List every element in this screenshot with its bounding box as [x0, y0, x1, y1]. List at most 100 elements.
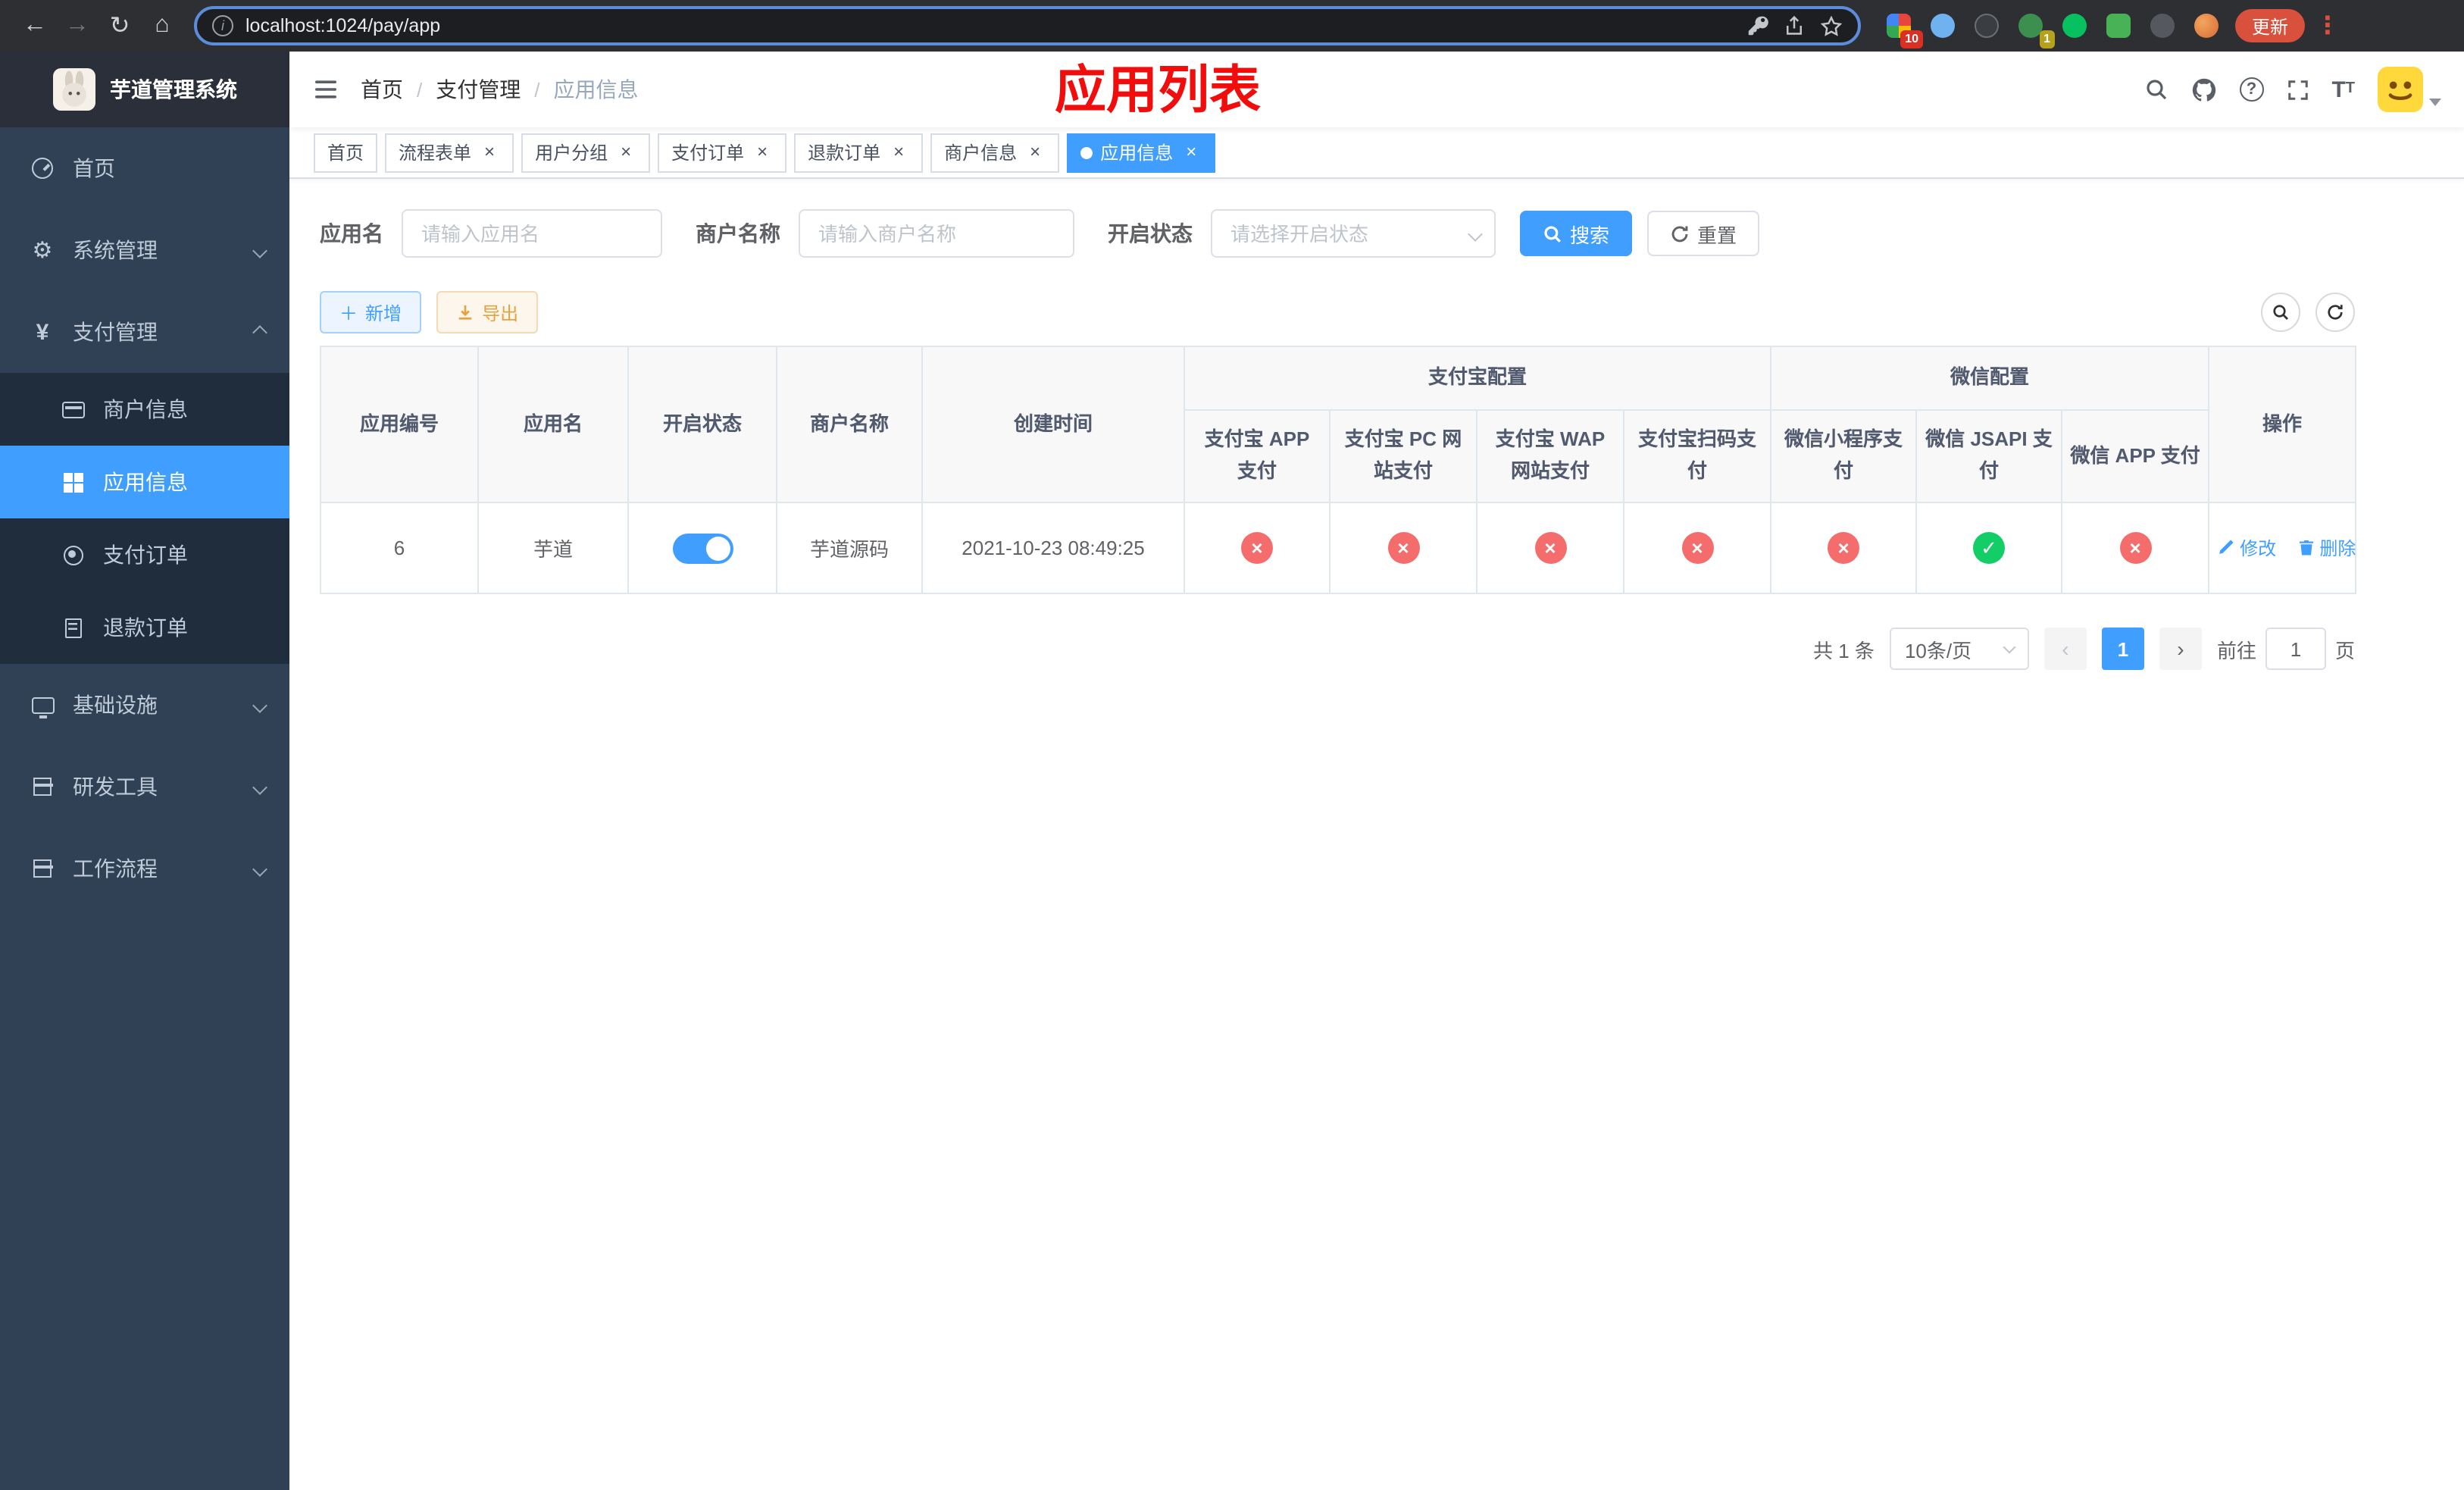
status-toggle[interactable] — [672, 533, 733, 563]
tag-home[interactable]: 首页 — [314, 133, 378, 172]
alipay-pc-status-icon: × — [1387, 532, 1419, 564]
sidebar-item-refund-orders[interactable]: 退款订单 — [0, 591, 289, 664]
reset-button[interactable]: 重置 — [1647, 211, 1760, 256]
sidebar-item-workflow[interactable]: 工作流程 — [0, 828, 289, 909]
merchant-name-input[interactable] — [799, 209, 1074, 258]
reload-icon[interactable]: ↻ — [100, 6, 139, 45]
github-icon[interactable] — [2190, 77, 2216, 102]
yen-icon: ¥ — [36, 319, 49, 345]
sidebar-item-app-info[interactable]: 应用信息 — [0, 446, 289, 518]
logo-avatar — [52, 68, 95, 111]
goto-label: 前往 — [2216, 639, 2256, 662]
col-wechat-jsapi: 微信 JSAPI 支付 — [1915, 409, 2063, 503]
sidebar-item-dev-tools[interactable]: 研发工具 — [0, 746, 289, 828]
current-page-button[interactable]: 1 — [2101, 628, 2144, 670]
fullscreen-icon[interactable] — [2286, 78, 2309, 101]
extension-badge: 1 — [2039, 30, 2055, 48]
forward-icon[interactable]: → — [58, 6, 97, 45]
question-icon[interactable]: ? — [2239, 77, 2264, 102]
status-select[interactable] — [1211, 209, 1496, 258]
hamburger-icon[interactable] — [312, 76, 339, 103]
back-icon[interactable]: ← — [15, 6, 55, 45]
key-icon[interactable] — [1747, 15, 1768, 36]
tags-view: 首页 流程表单 × 用户分组 × 支付订单 × 退款订单 × 商户信息 × 应用信息 × — [289, 127, 2464, 179]
table-toolbar: ＋ 新增 导出 — [320, 291, 2355, 333]
home-icon[interactable]: ⌂ — [142, 6, 182, 45]
extension-dark-icon[interactable] — [1967, 7, 2005, 45]
col-created: 创建时间 — [921, 346, 1185, 503]
cell-created: 2021-10-23 08:49:25 — [921, 502, 1185, 594]
tag-pay-orders[interactable]: 支付订单 × — [658, 133, 787, 172]
close-icon[interactable]: × — [888, 141, 909, 163]
font-size-icon[interactable]: TT — [2331, 78, 2355, 101]
share-icon[interactable] — [1784, 15, 1805, 36]
avatar — [2378, 67, 2423, 112]
dashboard-icon — [30, 158, 55, 179]
breadcrumb-home[interactable]: 首页 — [361, 74, 403, 105]
apps-table: 应用编号 应用名 开启状态 商户名称 创建时间 支付宝配置 微信配置 操作 支付… — [320, 346, 2357, 594]
tag-refund-orders[interactable]: 退款订单 × — [794, 133, 924, 172]
close-icon[interactable]: × — [615, 141, 636, 163]
edit-button[interactable]: 修改 — [2217, 535, 2276, 561]
app-logo[interactable]: 芋道管理系统 — [0, 52, 289, 127]
close-icon[interactable]: × — [1024, 141, 1046, 163]
sidebar-item-infrastructure[interactable]: 基础设施 — [0, 664, 289, 746]
user-menu[interactable] — [2378, 67, 2441, 112]
download-icon — [458, 305, 472, 320]
breadcrumb: 首页 / 支付管理 / 应用信息 — [361, 74, 639, 105]
tag-merchant-info[interactable]: 商户信息 × — [930, 133, 1060, 172]
page-size-select[interactable]: 10条/页 — [1889, 628, 2029, 670]
sidebar-item-pay-orders[interactable]: 支付订单 — [0, 518, 289, 591]
refresh-table-button[interactable] — [2315, 293, 2355, 332]
cell-app-id: 6 — [320, 502, 479, 594]
extension-grid-icon[interactable]: 10 — [1879, 7, 1923, 48]
goto-page-input[interactable] — [2265, 628, 2326, 670]
table-row: 6 芋道 芋道源码 2021-10-23 08:49:25 × × × × × … — [320, 502, 2357, 594]
tag-app-info[interactable]: 应用信息 × — [1067, 133, 1216, 172]
prev-page-button[interactable]: ‹ — [2043, 628, 2087, 670]
add-button[interactable]: ＋ 新增 — [320, 291, 422, 333]
close-icon[interactable]: × — [1180, 141, 1202, 163]
address-bar[interactable]: i localhost:1024/pay/app — [194, 6, 1861, 45]
info-icon[interactable]: i — [212, 15, 233, 36]
chevron-down-icon — [252, 861, 267, 876]
close-icon[interactable]: × — [752, 141, 773, 163]
toggle-search-button[interactable] — [2261, 293, 2300, 332]
browser-menu-icon[interactable]: ⋮ — [2315, 11, 2340, 41]
extension-notes-icon[interactable] — [2099, 7, 2137, 45]
tag-user-group[interactable]: 用户分组 × — [521, 133, 651, 172]
url-text[interactable]: localhost:1024/pay/app — [245, 15, 1735, 36]
pagination: 共 1 条 10条/页 ‹ 1 › 前往 页 — [320, 628, 2355, 670]
extension-green-badge-icon[interactable]: 1 — [2011, 7, 2055, 48]
sidebar-menu: 首页 ⚙ 系统管理 ¥ 支付管理 商户信息 应用信息 支付订单 退款订单 基础设… — [0, 127, 289, 909]
sidebar-item-payment[interactable]: ¥ 支付管理 — [0, 291, 289, 373]
col-ops: 操作 — [2208, 346, 2357, 503]
export-button[interactable]: 导出 — [436, 291, 539, 333]
delete-button[interactable]: 删除 — [2297, 535, 2356, 561]
wechat-app-status-icon: × — [2119, 532, 2152, 564]
sidebar-item-system[interactable]: ⚙ 系统管理 — [0, 209, 289, 291]
sidebar-item-home[interactable]: 首页 — [0, 127, 289, 209]
app-name-input[interactable] — [402, 209, 662, 258]
browser-update-button[interactable]: 更新 — [2235, 9, 2306, 42]
search-icon[interactable] — [2143, 77, 2168, 102]
sidebar: 芋道管理系统 首页 ⚙ 系统管理 ¥ 支付管理 商户信息 应用信息 支付订单 退… — [0, 52, 289, 1490]
col-app-name: 应用名 — [477, 346, 629, 503]
breadcrumb-payment[interactable]: 支付管理 — [436, 74, 521, 105]
trash-icon — [2299, 540, 2313, 556]
profile-avatar-icon[interactable] — [2187, 7, 2225, 45]
app-name-label: 应用名 — [320, 221, 383, 246]
close-icon[interactable]: × — [479, 141, 500, 163]
col-alipay-pc: 支付宝 PC 网站支付 — [1329, 409, 1477, 503]
tag-process-form[interactable]: 流程表单 × — [385, 133, 514, 172]
app-title: 芋道管理系统 — [110, 77, 237, 102]
next-page-button[interactable]: › — [2159, 628, 2202, 670]
extension-wechat-icon[interactable] — [2055, 7, 2093, 45]
filter-form: 应用名 商户名称 开启状态 搜索 重置 — [320, 209, 2434, 258]
search-button[interactable]: 搜索 — [1520, 211, 1633, 256]
bookmark-star-icon[interactable] — [1820, 14, 1843, 37]
extension-drop-icon[interactable] — [1923, 7, 1961, 45]
extension-pin-icon[interactable] — [2143, 7, 2181, 45]
sidebar-item-merchant-info[interactable]: 商户信息 — [0, 373, 289, 446]
chevron-up-icon — [252, 324, 267, 340]
